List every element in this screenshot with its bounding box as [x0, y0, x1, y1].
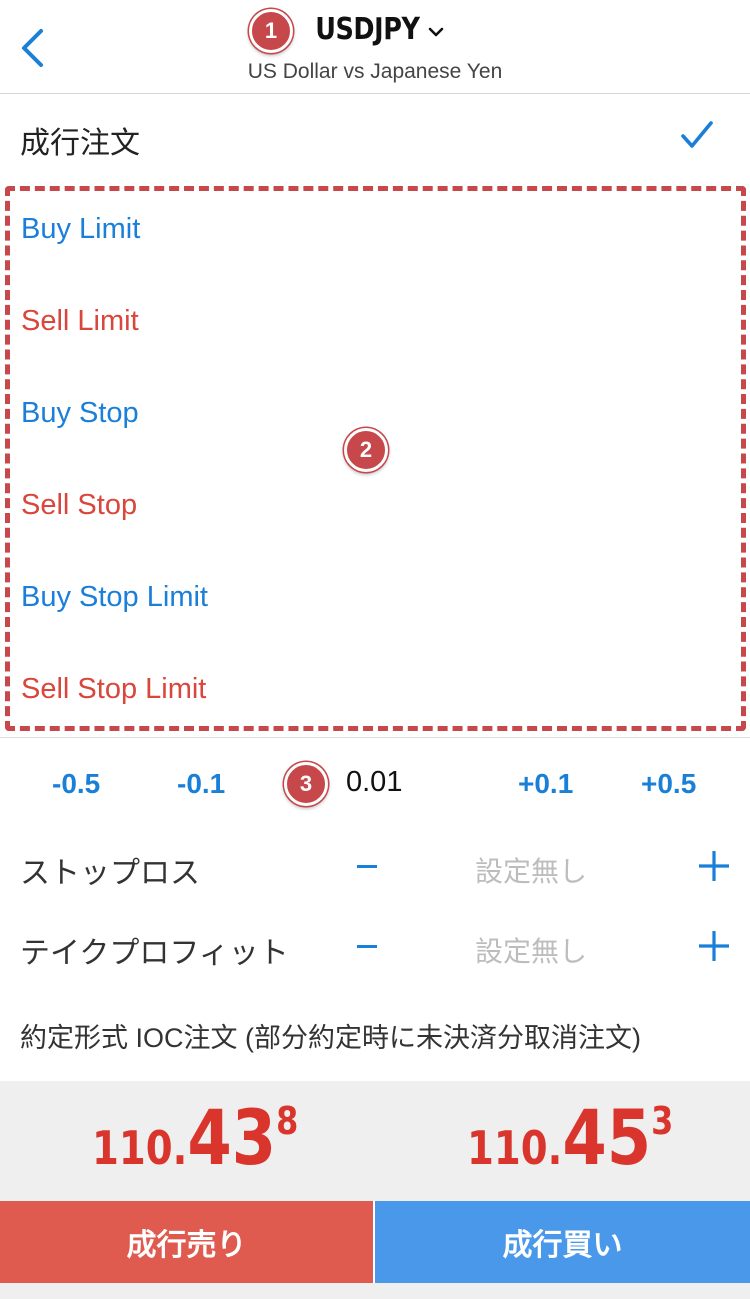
annotation-badge-3: 3: [284, 762, 328, 806]
bottom-strip: [0, 1283, 750, 1299]
volume-stepper: -0.5 -0.1 0.01 +0.1 +0.5: [0, 760, 750, 810]
sell-price-prefix: 110.: [92, 1121, 188, 1175]
sell-price-big: 43: [187, 1093, 277, 1182]
order-type-label: Sell Stop Limit: [21, 673, 207, 705]
take-profit-label: テイクプロフィット: [20, 937, 289, 970]
order-type-sell-stop-limit[interactable]: Sell Stop Limit: [0, 645, 750, 737]
market-sell-button[interactable]: 成行売り: [0, 1201, 373, 1283]
order-type-sell-limit[interactable]: Sell Limit: [0, 277, 750, 369]
header: USDJPY US Dollar vs Japanese Yen: [0, 0, 750, 94]
order-type-label: Sell Stop: [21, 489, 138, 521]
chevron-down-icon[interactable]: [428, 26, 444, 38]
take-profit-row: テイクプロフィット 設定無し: [0, 918, 750, 978]
order-type-label: Buy Limit: [21, 213, 141, 245]
checkmark-icon: [681, 121, 713, 148]
order-type-label: Buy Stop: [21, 397, 139, 429]
fill-policy-text: 約定形式 IOC注文 (部分約定時に未決済分取消注文): [20, 1023, 641, 1053]
stop-loss-label: ストップロス: [20, 857, 200, 890]
order-type-label: Sell Limit: [21, 305, 139, 337]
volume-plus-0-1-button[interactable]: +0.1: [518, 768, 573, 800]
buy-price-big: 45: [562, 1093, 652, 1182]
symbol-title[interactable]: USDJPY: [315, 12, 420, 47]
order-type-label: Buy Stop Limit: [21, 581, 208, 613]
price-panel: 110.438 110.453: [0, 1081, 750, 1201]
symbol-description: US Dollar vs Japanese Yen: [247, 60, 503, 83]
market-order-option[interactable]: 成行注文: [0, 94, 750, 182]
minus-icon: [357, 944, 377, 948]
order-type-buy-stop-limit[interactable]: Buy Stop Limit: [0, 553, 750, 645]
stop-loss-minus-button[interactable]: [352, 838, 382, 894]
buy-price: 110.453: [467, 1093, 673, 1182]
market-buy-button[interactable]: 成行買い: [375, 1201, 750, 1283]
take-profit-plus-button[interactable]: [696, 928, 732, 964]
order-type-sell-stop[interactable]: Sell Stop: [0, 461, 750, 553]
buy-price-prefix: 110.: [467, 1121, 563, 1175]
divider: [0, 737, 750, 738]
stop-loss-row: ストップロス 設定無し: [0, 838, 750, 898]
annotation-badge-2: 2: [344, 428, 388, 472]
volume-minus-0-5-button[interactable]: -0.5: [52, 768, 100, 800]
stop-loss-value[interactable]: 設定無し: [475, 850, 587, 890]
minus-icon: [357, 864, 377, 868]
annotation-badge-1: 1: [249, 9, 293, 53]
market-order-label: 成行注文: [20, 127, 140, 160]
volume-plus-0-5-button[interactable]: +0.5: [641, 768, 696, 800]
sell-price-pip: 8: [276, 1099, 299, 1143]
volume-value[interactable]: 0.01: [346, 766, 402, 799]
buy-price-pip: 3: [651, 1099, 674, 1143]
order-type-buy-limit[interactable]: Buy Limit: [0, 185, 750, 277]
take-profit-value[interactable]: 設定無し: [475, 930, 587, 970]
volume-minus-0-1-button[interactable]: -0.1: [177, 768, 225, 800]
stop-loss-plus-button[interactable]: [696, 848, 732, 884]
sell-price: 110.438: [92, 1093, 298, 1182]
symbol-selector[interactable]: USDJPY: [0, 12, 750, 47]
take-profit-minus-button[interactable]: [352, 918, 382, 974]
